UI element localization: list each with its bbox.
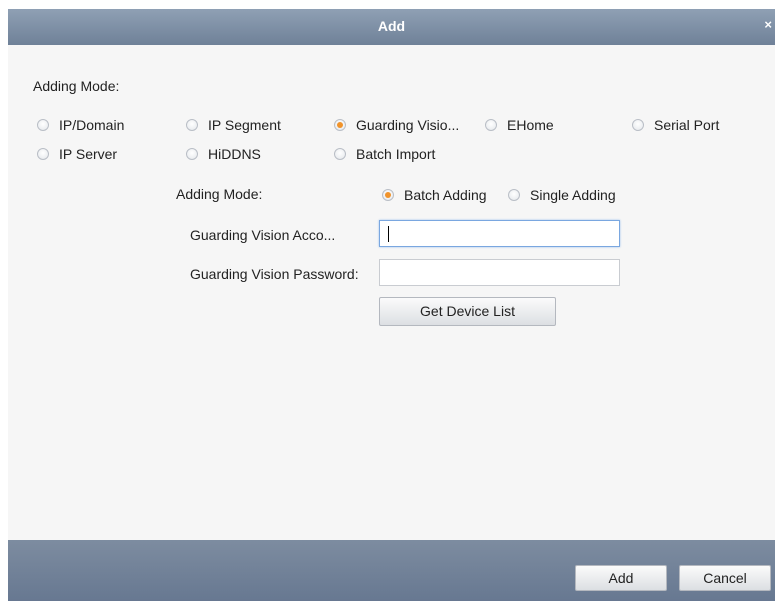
radio-ip-server-label: IP Server <box>59 146 118 162</box>
dialog-footer: Add Cancel <box>8 540 775 601</box>
text-caret <box>388 226 389 242</box>
adding-mode-label: Adding Mode: <box>33 78 120 94</box>
radio-single-adding-indicator <box>508 189 520 201</box>
radio-guarding-vision-indicator <box>334 119 346 131</box>
radio-batch-import-label: Batch Import <box>356 146 436 162</box>
radio-hiddns-label: HiDDNS <box>208 146 261 162</box>
radio-ip-segment-indicator <box>186 119 198 131</box>
radio-ip-segment-label: IP Segment <box>208 117 281 133</box>
gv-account-input[interactable] <box>379 220 620 247</box>
radio-batch-adding-indicator <box>382 189 394 201</box>
get-device-list-button[interactable]: Get Device List <box>379 297 556 326</box>
gv-adding-mode-label: Adding Mode: <box>176 186 263 202</box>
cancel-button[interactable]: Cancel <box>679 565 771 591</box>
radio-serial-port-label: Serial Port <box>654 117 720 133</box>
add-dialog: Add × Adding Mode: IP/Domain IP Segment … <box>8 9 775 601</box>
radio-ip-domain-indicator <box>37 119 49 131</box>
radio-guarding-vision-label: Guarding Visio... <box>356 117 460 133</box>
gv-password-label: Guarding Vision Password: <box>190 266 359 282</box>
gv-account-label: Guarding Vision Acco... <box>190 227 336 243</box>
radio-ehome-indicator <box>485 119 497 131</box>
radio-batch-import-indicator <box>334 148 346 160</box>
close-icon[interactable]: × <box>764 17 772 32</box>
radio-ehome-label: EHome <box>507 117 554 133</box>
radio-ip-domain-label: IP/Domain <box>59 117 125 133</box>
radio-batch-adding-label: Batch Adding <box>404 187 487 203</box>
radio-ip-server-indicator <box>37 148 49 160</box>
add-button[interactable]: Add <box>575 565 667 591</box>
radio-serial-port-indicator <box>632 119 644 131</box>
gv-password-input[interactable] <box>379 259 620 286</box>
radio-hiddns-indicator <box>186 148 198 160</box>
radio-single-adding-label: Single Adding <box>530 187 616 203</box>
dialog-titlebar: Add × <box>8 9 775 45</box>
dialog-title: Add <box>377 18 406 34</box>
